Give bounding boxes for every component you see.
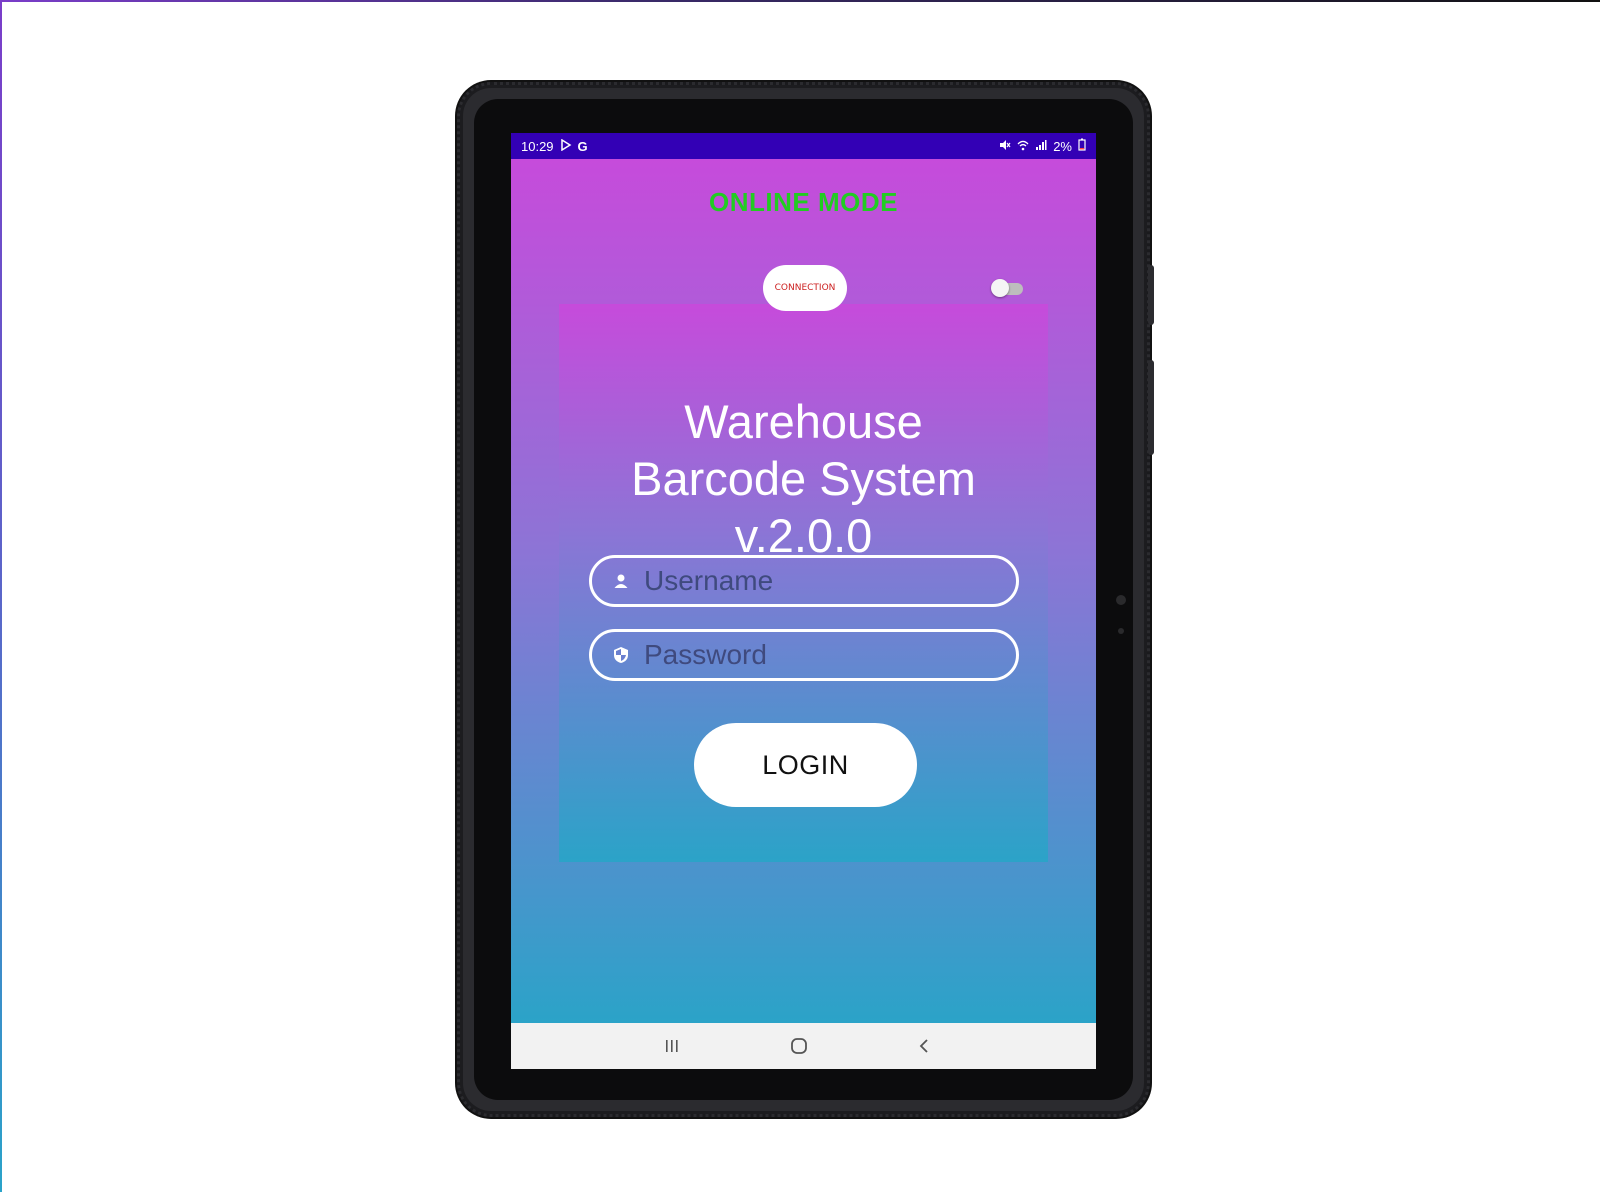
toggle-thumb (991, 279, 1009, 297)
title-line-1: Warehouse (684, 395, 923, 448)
window-top-edge (0, 0, 1600, 2)
status-time: 10:29 (521, 138, 554, 154)
status-bar: 10:29 G 2% (511, 133, 1096, 159)
play-store-icon (560, 138, 572, 154)
sensor-dot (1118, 628, 1124, 634)
username-input[interactable] (642, 564, 1006, 598)
volume-button (1148, 265, 1154, 325)
front-camera (1116, 595, 1126, 605)
app-title: Warehouse Barcode System v.2.0.0 (511, 393, 1096, 564)
power-button (1148, 360, 1154, 455)
home-icon[interactable] (784, 1033, 814, 1059)
shield-icon (612, 646, 630, 664)
online-mode-toggle[interactable] (991, 279, 1023, 297)
device-screen: 10:29 G 2% ONLINE MODE CONNECTION Wareho… (511, 133, 1096, 1069)
battery-icon (1078, 138, 1086, 154)
title-line-2: Barcode System (631, 452, 976, 505)
password-field[interactable] (589, 629, 1019, 681)
navigation-bar (511, 1023, 1096, 1069)
mode-label: ONLINE MODE (709, 187, 898, 217)
google-icon: G (577, 138, 588, 154)
window-left-edge (0, 0, 2, 1192)
person-icon (612, 572, 630, 590)
password-input[interactable] (642, 638, 1006, 672)
connection-button[interactable]: CONNECTION (763, 265, 847, 311)
username-field[interactable] (589, 555, 1019, 607)
signal-icon (1035, 139, 1047, 154)
wifi-icon (1017, 139, 1029, 154)
recents-icon[interactable] (657, 1033, 687, 1059)
battery-percent: 2% (1053, 138, 1072, 154)
login-button[interactable]: LOGIN (694, 723, 917, 807)
mute-icon (999, 139, 1011, 154)
login-screen: ONLINE MODE CONNECTION Warehouse Barcode… (511, 159, 1096, 1023)
back-icon[interactable] (909, 1033, 939, 1059)
